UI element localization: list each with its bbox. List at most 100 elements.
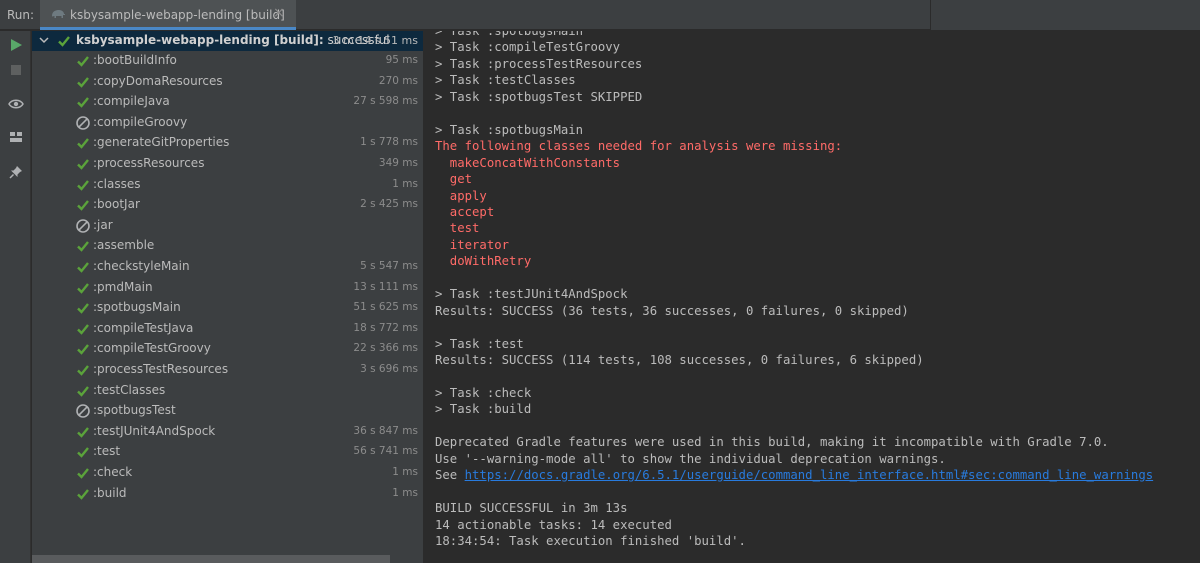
console-line: accept bbox=[435, 204, 495, 219]
chevron-down-icon[interactable] bbox=[38, 34, 50, 46]
header-right-strip bbox=[930, 0, 1200, 30]
layout-icon[interactable] bbox=[7, 128, 25, 146]
task-name: :build bbox=[93, 485, 127, 500]
skipped-icon bbox=[76, 218, 90, 233]
console-line: > Task :compileTestGroovy bbox=[435, 40, 621, 55]
task-time: 3 s 696 ms bbox=[360, 363, 418, 375]
tree-task-row[interactable]: :copyDomaResources 270 ms bbox=[32, 72, 423, 92]
task-name: :generateGitProperties bbox=[93, 135, 230, 150]
tree-task-row[interactable]: :compileJava 27 s 598 ms bbox=[32, 92, 423, 112]
success-check-icon bbox=[77, 97, 89, 108]
task-name: :bootJar bbox=[93, 197, 140, 212]
root-time: 3 m 14 s 51 ms bbox=[332, 34, 418, 47]
success-check-icon bbox=[77, 303, 89, 314]
success-check-icon bbox=[77, 385, 89, 397]
run-icon[interactable] bbox=[7, 36, 25, 54]
tab-label: ksbysample-webapp-lending [build] bbox=[70, 8, 285, 22]
console-line: 18:34:54: Task execution finished 'build… bbox=[435, 533, 746, 548]
console-line: BUILD SUCCESSFUL in 3m 13s bbox=[435, 501, 628, 516]
task-name: :checkstyleMain bbox=[93, 259, 190, 273]
task-time: 1 s 778 ms bbox=[360, 136, 418, 149]
tree-task-row[interactable]: :bootJar 2 s 425 ms bbox=[32, 195, 423, 215]
tree-task-row[interactable]: :processResources 349 ms bbox=[32, 154, 423, 174]
tree-task-row[interactable]: :pmdMain 13 s 111 ms bbox=[32, 278, 423, 298]
skipped-icon bbox=[76, 404, 90, 418]
run-toolbar bbox=[0, 31, 31, 563]
tree-task-row[interactable]: :classes 1 ms bbox=[32, 175, 423, 195]
console-line: > Task :build bbox=[435, 402, 532, 417]
success-check-icon bbox=[77, 76, 89, 88]
console-line: > Task :processTestResources bbox=[435, 56, 643, 71]
console-line: > Task :spotbugsMain bbox=[435, 122, 584, 137]
console-line: > Task :spotbugsTest SKIPPED bbox=[435, 89, 643, 104]
tree-task-row[interactable]: :check 1 ms bbox=[32, 463, 423, 483]
tree-task-row[interactable]: :compileTestJava 18 s 772 ms bbox=[32, 319, 423, 339]
success-check-icon bbox=[77, 282, 89, 294]
tree-task-row[interactable]: :compileTestGroovy 22 s 366 ms bbox=[32, 339, 423, 359]
task-name: :test bbox=[93, 444, 121, 459]
docs-link[interactable]: https://docs.gradle.org/6.5.1/userguide/… bbox=[465, 468, 1154, 482]
console-line: test bbox=[435, 221, 480, 236]
task-time: 2 s 425 ms bbox=[360, 198, 418, 211]
console-line: > Task :check bbox=[435, 385, 532, 400]
success-check-icon bbox=[77, 138, 89, 150]
tree-task-row[interactable]: :spotbugsTest bbox=[32, 401, 423, 421]
task-name: :testJUnit4AndSpock bbox=[93, 423, 216, 438]
task-name: :pmdMain bbox=[93, 279, 153, 294]
tree-task-row[interactable]: :testJUnit4AndSpock 36 s 847 ms bbox=[32, 422, 423, 442]
close-icon[interactable]: × bbox=[273, 6, 285, 20]
success-check-icon bbox=[77, 262, 89, 273]
console-line: Results: SUCCESS (36 tests, 36 successes… bbox=[435, 303, 909, 318]
tree-task-row[interactable]: :build 1 ms bbox=[32, 484, 423, 504]
success-check-icon bbox=[77, 56, 89, 67]
success-check-icon bbox=[58, 36, 70, 47]
tree-task-row[interactable]: :bootBuildInfo 95 ms bbox=[32, 51, 423, 71]
task-name: :spotbugsMain bbox=[93, 300, 181, 315]
skipped-icon bbox=[76, 115, 90, 130]
tree-task-row[interactable]: :checkstyleMain 5 s 547 ms bbox=[32, 257, 423, 277]
stop-icon[interactable] bbox=[7, 61, 25, 79]
tree-task-row[interactable]: :compileGroovy bbox=[32, 113, 423, 133]
task-name: :compileTestGroovy bbox=[93, 341, 211, 356]
task-name: :check bbox=[93, 465, 133, 479]
console-line: iterator bbox=[435, 237, 510, 252]
task-time: 1 ms bbox=[392, 466, 418, 478]
success-check-icon bbox=[77, 241, 89, 253]
tree-task-row[interactable]: :jar bbox=[32, 216, 423, 236]
task-time: 1 ms bbox=[392, 177, 418, 190]
tree-task-row[interactable]: :testClasses bbox=[32, 381, 423, 401]
pin-icon[interactable] bbox=[7, 163, 25, 181]
console-line: Deprecated Gradle features were used in … bbox=[435, 435, 1109, 450]
task-time: 1 ms bbox=[392, 486, 418, 499]
task-name: :testClasses bbox=[93, 382, 166, 397]
success-check-icon bbox=[77, 427, 89, 438]
task-time: 51 s 625 ms bbox=[353, 301, 418, 314]
tree-task-row[interactable]: :assemble bbox=[32, 236, 423, 256]
build-tree: ksbysample-webapp-lending [build]: succe… bbox=[32, 31, 423, 563]
console-line: See https://docs.gradle.org/6.5.1/usergu… bbox=[435, 467, 1153, 483]
success-check-icon bbox=[77, 344, 89, 356]
horizontal-scrollbar[interactable] bbox=[32, 555, 390, 563]
console-line: Results: SUCCESS (114 tests, 108 success… bbox=[435, 353, 924, 367]
tree-root-row[interactable]: ksbysample-webapp-lending [build]: succe… bbox=[32, 31, 423, 51]
task-name: :assemble bbox=[93, 238, 155, 253]
console-output[interactable]: > Task :spotbugsMain > Task :compileTestG… bbox=[423, 31, 1200, 563]
tree-task-row[interactable]: :processTestResources 3 s 696 ms bbox=[32, 360, 423, 380]
tree-task-row[interactable]: :generateGitProperties 1 s 778 ms bbox=[32, 133, 423, 153]
console-line: Use '--warning-mode all' to show the ind… bbox=[435, 451, 946, 466]
task-time: 13 s 111 ms bbox=[353, 280, 418, 293]
console-line: > Task :test bbox=[435, 336, 524, 351]
eye-icon[interactable] bbox=[7, 95, 25, 113]
tab-build[interactable]: ksbysample-webapp-lending [build] × bbox=[40, 0, 296, 30]
success-check-icon bbox=[77, 365, 89, 376]
task-name: :compileGroovy bbox=[93, 114, 188, 129]
task-time: 22 s 366 ms bbox=[353, 342, 418, 355]
success-check-icon bbox=[77, 324, 89, 335]
console-line: > Task :testClasses bbox=[435, 73, 576, 88]
task-name: :compileJava bbox=[93, 94, 170, 109]
task-name: :processResources bbox=[93, 156, 205, 170]
task-name: :spotbugsTest bbox=[93, 403, 176, 418]
task-name: :processTestResources bbox=[93, 362, 229, 376]
tree-task-row[interactable]: :spotbugsMain 51 s 625 ms bbox=[32, 298, 423, 318]
tree-task-row[interactable]: :test 56 s 741 ms bbox=[32, 442, 423, 462]
